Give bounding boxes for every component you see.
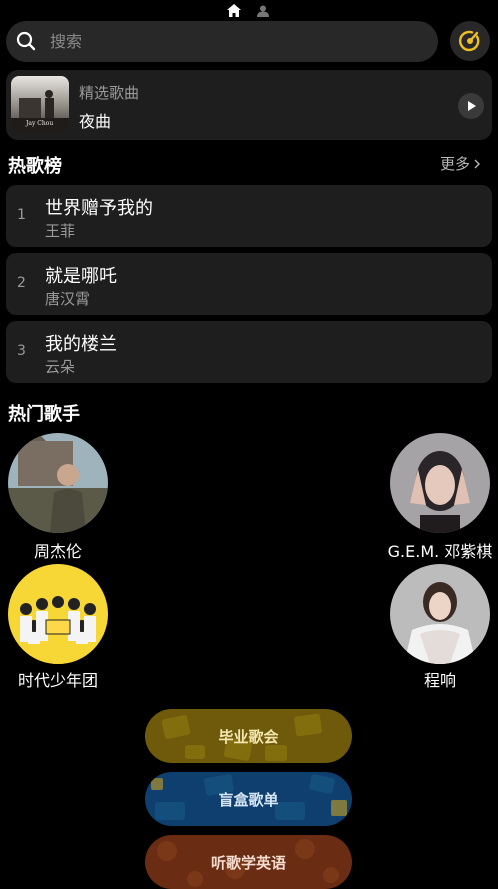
playlist-button-graduation[interactable]: 毕业歌会 — [145, 709, 352, 763]
playlist-label: 听歌学英语 — [210, 853, 286, 872]
artist-avatar — [8, 433, 108, 533]
song-artist: 唐汉霄 — [45, 290, 91, 308]
song-row[interactable]: 2 就是哪吒 唐汉霄 — [6, 253, 492, 315]
artist-name: G.E.M. 邓紫棋 — [387, 542, 493, 561]
song-artist: 王菲 — [45, 222, 76, 240]
artist-avatar — [8, 564, 108, 664]
playlist-label: 毕业歌会 — [218, 727, 279, 746]
hot-artists-title: 热门歌手 — [8, 404, 80, 425]
artist-item[interactable]: 程响 — [383, 564, 498, 690]
search-icon — [16, 31, 36, 51]
artist-avatar — [390, 433, 490, 533]
featured-song-title: 夜曲 — [79, 112, 112, 131]
featured-subtitle: 精选歌曲 — [79, 84, 140, 102]
play-button[interactable] — [458, 93, 484, 119]
artist-name: 周杰伦 — [33, 542, 82, 561]
song-row[interactable]: 1 世界赠予我的 王菲 — [6, 185, 492, 247]
song-title: 就是哪吒 — [45, 266, 117, 287]
artist-name: 程响 — [423, 671, 456, 690]
search-bar[interactable] — [6, 21, 438, 62]
album-cover-text: Jay Chou — [26, 120, 54, 127]
playlist-label: 盲盒歌单 — [218, 790, 279, 809]
person-icon[interactable] — [257, 5, 269, 17]
artist-avatar — [390, 564, 490, 664]
song-rank: 1 — [17, 207, 26, 223]
hot-songs-title: 热歌榜 — [8, 156, 62, 177]
album-cover: Jay Chou — [11, 76, 69, 134]
chevron-right-icon — [474, 159, 481, 168]
play-icon — [468, 101, 476, 111]
playlist-button-english[interactable]: 听歌学英语 — [145, 835, 352, 889]
featured-song-card[interactable]: Jay Chou 精选歌曲 夜曲 — [6, 70, 492, 140]
radar-icon — [458, 30, 480, 52]
search-input[interactable] — [50, 21, 420, 62]
song-rank: 3 — [17, 343, 26, 359]
song-artist: 云朵 — [45, 358, 76, 376]
artist-item[interactable]: 周杰伦 — [0, 433, 116, 561]
song-title: 我的楼兰 — [45, 334, 117, 355]
artist-name: 时代少年团 — [17, 671, 98, 690]
playlist-button-blindbox[interactable]: 盲盒歌单 — [145, 772, 352, 826]
hot-songs-more-link[interactable]: 更多 — [440, 153, 482, 174]
more-link-label: 更多 — [440, 155, 471, 173]
home-icon[interactable] — [227, 4, 241, 17]
top-nav — [0, 3, 498, 19]
artist-item[interactable]: 时代少年团 — [0, 564, 116, 690]
song-row[interactable]: 3 我的楼兰 云朵 — [6, 321, 492, 383]
song-rank: 2 — [17, 275, 26, 291]
song-title: 世界赠予我的 — [45, 198, 153, 219]
music-recognition-button[interactable] — [450, 21, 490, 61]
artist-item[interactable]: G.E.M. 邓紫棋 — [383, 433, 498, 561]
